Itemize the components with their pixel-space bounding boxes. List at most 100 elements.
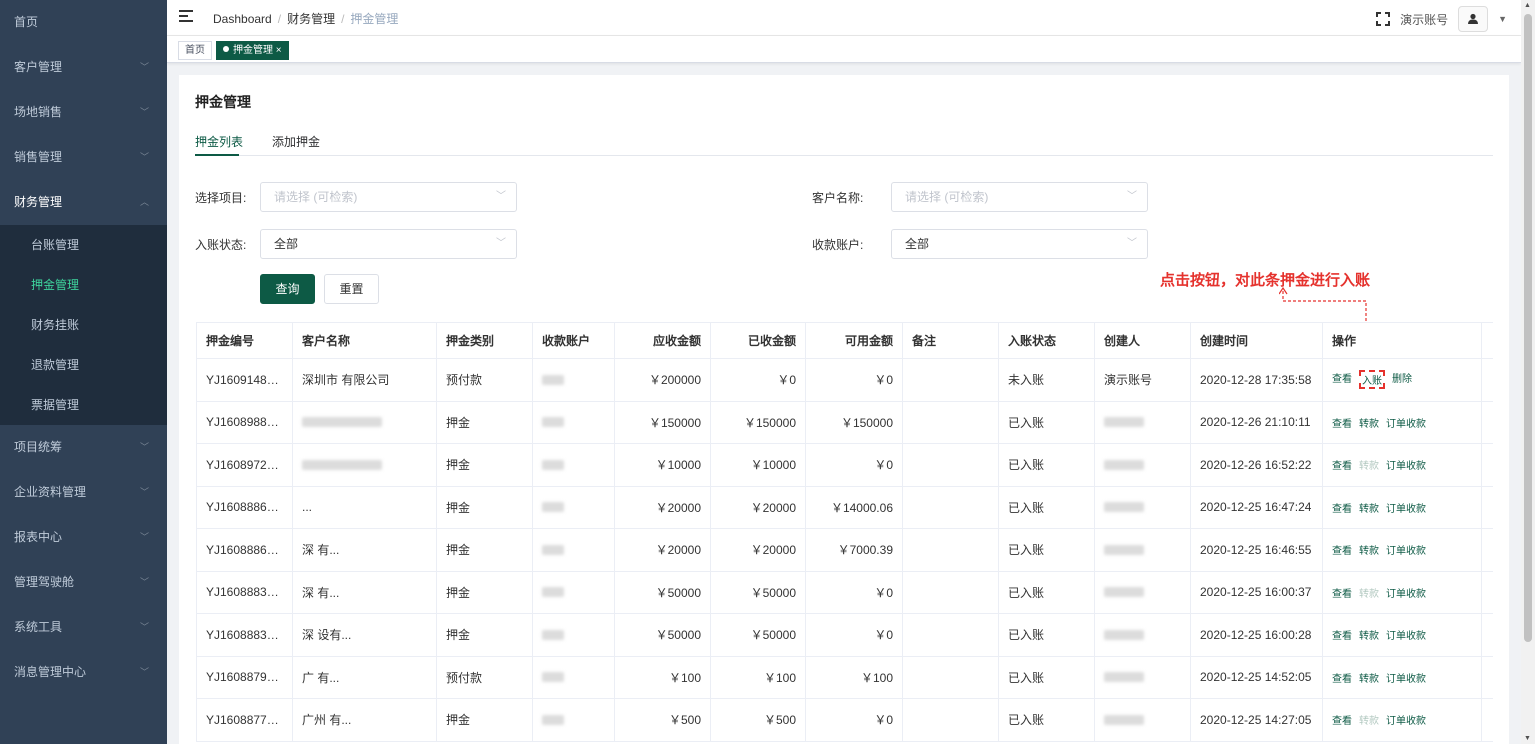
action-order-payment-link[interactable]: 订单收款: [1386, 542, 1426, 557]
tag-deposit[interactable]: 押金管理 ×: [216, 41, 289, 60]
cell-type: 预付款: [437, 359, 533, 401]
action-view-link[interactable]: 查看: [1332, 670, 1352, 685]
action-view-link[interactable]: 查看: [1332, 415, 1352, 430]
customer-select[interactable]: 请选择 (可检索) ﹀: [891, 182, 1148, 212]
tab-active-indicator: [195, 154, 239, 156]
sidebar-item-company-data[interactable]: 企业资料管理 ﹀: [0, 470, 167, 515]
sidebar-item-tools[interactable]: 系统工具 ﹀: [0, 605, 167, 650]
action-transfer-link[interactable]: 转款: [1359, 585, 1379, 600]
action-order-payment-link[interactable]: 订单收款: [1386, 712, 1426, 727]
action-post-link[interactable]: 入账: [1359, 370, 1385, 390]
tab-add-deposit[interactable]: 添加押金: [272, 133, 320, 150]
tag-home[interactable]: 首页: [178, 41, 212, 60]
redacted-text: [1104, 544, 1144, 555]
cell-status: 已入账: [999, 699, 1095, 741]
cell-remark: [903, 571, 999, 613]
sidebar-item-refund[interactable]: 退款管理: [0, 345, 167, 385]
action-view-link[interactable]: 查看: [1332, 457, 1352, 472]
action-delete-link[interactable]: 删除: [1392, 370, 1412, 389]
redacted-text: [1104, 629, 1144, 640]
cell-remark: [903, 699, 999, 741]
sidebar-item-finance-pending[interactable]: 财务挂账: [0, 305, 167, 345]
action-view-link[interactable]: 查看: [1332, 585, 1352, 600]
fullscreen-icon[interactable]: [1376, 12, 1391, 26]
scroll-up-icon[interactable]: ▲: [1524, 2, 1531, 9]
action-transfer-link[interactable]: 转款: [1359, 670, 1379, 685]
cell-created-time: 2020-12-25 16:47:24: [1191, 486, 1323, 528]
action-view-link[interactable]: 查看: [1332, 370, 1352, 389]
cell-status: 已入账: [999, 614, 1095, 656]
project-select[interactable]: 请选择 (可检索) ﹀: [260, 182, 517, 212]
action-order-payment-link[interactable]: 订单收款: [1386, 457, 1426, 472]
action-order-payment-link[interactable]: 订单收款: [1386, 670, 1426, 685]
cell-status-text: 已入账: [1008, 543, 1045, 558]
cell-created-time-text: 2020-12-26 21:10:11: [1200, 415, 1311, 430]
page-scrollbar[interactable]: ▲ ▼: [1521, 0, 1535, 744]
cell-status-text: 已入账: [1008, 585, 1045, 600]
tab-deposit-list[interactable]: 押金列表: [195, 133, 243, 150]
account-name[interactable]: 演示账号: [1400, 11, 1448, 28]
cell-deposit-id-text: YJ16088860...: [206, 542, 283, 557]
account-select[interactable]: 全部 ﹀: [891, 229, 1148, 259]
action-order-payment-link[interactable]: 订单收款: [1386, 415, 1426, 430]
top-navbar: Dashboard / 财务管理 / 押金管理 演示账号 ▼: [167, 0, 1521, 36]
column-header: 操作: [1323, 323, 1482, 358]
sidebar-item-home[interactable]: 首页: [0, 0, 167, 45]
sidebar-item-sales[interactable]: 销售管理 ﹀: [0, 135, 167, 180]
caret-down-icon[interactable]: ▼: [1498, 14, 1507, 24]
status-select[interactable]: 全部 ﹀: [260, 229, 517, 259]
status-label: 入账状态:: [195, 238, 247, 252]
action-transfer-link[interactable]: 转款: [1359, 415, 1379, 430]
column-header: 已收金额: [711, 323, 806, 358]
sidebar-item-venue-sales[interactable]: 场地销售 ﹀: [0, 90, 167, 135]
cell-deposit-id-text: YJ16088832...: [206, 627, 283, 642]
action-view-link[interactable]: 查看: [1332, 500, 1352, 515]
cell-available: ￥150000: [806, 401, 903, 443]
sidebar-item-finance[interactable]: 财务管理 ︿: [0, 180, 167, 225]
action-transfer-link[interactable]: 转款: [1359, 627, 1379, 642]
avatar[interactable]: [1458, 6, 1489, 32]
action-view-link[interactable]: 查看: [1332, 542, 1352, 557]
action-transfer-link[interactable]: 转款: [1359, 542, 1379, 557]
cell-receivable-text: ￥150000: [648, 415, 701, 430]
cell-received: ￥0: [711, 359, 806, 401]
column-header: 应收金额: [615, 323, 711, 358]
query-button[interactable]: 查询: [260, 274, 315, 304]
scroll-down-icon[interactable]: ▼: [1524, 735, 1531, 742]
cell-receivable: ￥20000: [615, 486, 711, 528]
sidebar-item-reports[interactable]: 报表中心 ﹀: [0, 515, 167, 560]
hamburger-icon[interactable]: [179, 10, 193, 24]
table-row: YJ16091481... 深圳市 有限公司 预付款 ￥200000 ￥0 ￥0 未入账 演示…: [197, 359, 1493, 402]
sidebar-item-deposit[interactable]: 押金管理: [0, 265, 167, 305]
cell-receivable-text: ￥50000: [655, 585, 701, 600]
cell-status: 已入账: [999, 486, 1095, 528]
action-order-payment-link[interactable]: 订单收款: [1386, 585, 1426, 600]
action-order-payment-link[interactable]: 订单收款: [1386, 500, 1426, 515]
scrollbar-thumb[interactable]: [1524, 14, 1532, 642]
cell-type: 押金: [437, 699, 533, 741]
action-view-link[interactable]: 查看: [1332, 712, 1352, 727]
column-header: 收款账户: [533, 323, 615, 358]
sidebar-item-project[interactable]: 项目统筹 ﹀: [0, 425, 167, 470]
action-view-link[interactable]: 查看: [1332, 627, 1352, 642]
action-transfer-link[interactable]: 转款: [1359, 457, 1379, 472]
breadcrumb-dashboard[interactable]: Dashboard: [213, 12, 272, 26]
redacted-text: [1104, 502, 1144, 513]
sidebar-item-messages[interactable]: 消息管理中心 ﹀: [0, 650, 167, 695]
sidebar-item-cockpit[interactable]: 管理驾驶舱 ﹀: [0, 560, 167, 605]
close-icon[interactable]: ×: [276, 45, 282, 56]
sidebar-item-ledger[interactable]: 台账管理: [0, 225, 167, 265]
sidebar-item-label: 销售管理: [14, 150, 63, 164]
cell-account: [533, 529, 615, 571]
action-order-payment-link[interactable]: 订单收款: [1386, 627, 1426, 642]
action-transfer-link[interactable]: 转款: [1359, 712, 1379, 727]
reset-button[interactable]: 重置: [324, 274, 379, 304]
user-icon: [1468, 13, 1479, 24]
sidebar-item-label: 项目统筹: [14, 440, 63, 454]
sidebar-item-invoice[interactable]: 票据管理: [0, 385, 167, 425]
cell-customer-text: 深 有...: [302, 543, 340, 558]
action-transfer-link[interactable]: 转款: [1359, 500, 1379, 515]
sidebar-item-customer[interactable]: 客户管理 ﹀: [0, 45, 167, 90]
column-header: 押金类别: [437, 323, 533, 358]
cell-receivable: ￥100: [615, 656, 711, 698]
